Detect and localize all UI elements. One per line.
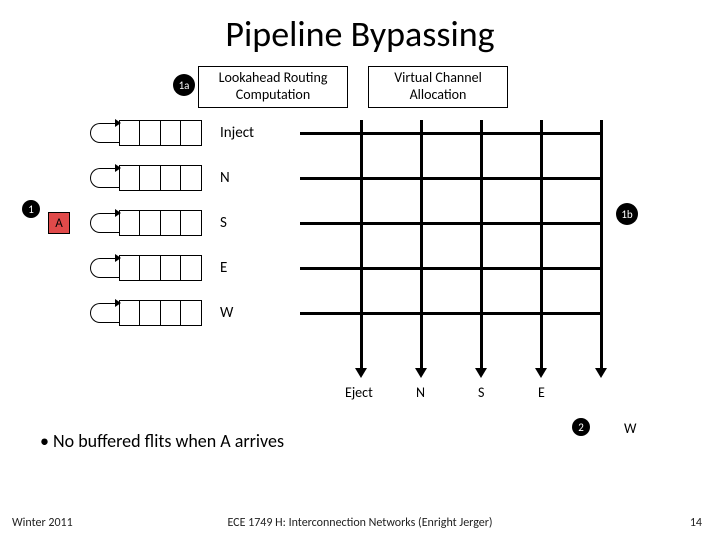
buffer-cell xyxy=(139,120,161,146)
loopback-icon xyxy=(90,303,120,323)
buffer-cell xyxy=(119,300,141,326)
buffer-cell xyxy=(160,255,182,281)
buffer-cell xyxy=(180,120,202,146)
buffer-cell xyxy=(119,120,141,146)
loopback-icon xyxy=(90,168,120,188)
buffer-cell xyxy=(139,300,161,326)
port-label-e: E xyxy=(220,259,227,277)
flit-a-label: A xyxy=(55,216,63,231)
badge-1b: 1b xyxy=(616,203,638,225)
buffer-cell xyxy=(139,210,161,236)
buffer-cell xyxy=(160,300,182,326)
badge-1a: 1a xyxy=(173,74,195,96)
stage-lookahead: Lookahead Routing Computation xyxy=(198,66,348,108)
buffer-cell xyxy=(180,165,202,191)
badge-2: 2 xyxy=(572,418,590,436)
buffer-n: N xyxy=(90,165,230,191)
buffer-s: S xyxy=(90,210,227,236)
out-e: E xyxy=(538,384,545,401)
footer-page-number: 14 xyxy=(690,516,702,530)
buffer-cell xyxy=(180,300,202,326)
slide-title: Pipeline Bypassing xyxy=(0,12,720,56)
loopback-icon xyxy=(90,258,120,278)
buffer-e: E xyxy=(90,255,227,281)
buffer-w: W xyxy=(90,300,233,326)
port-label-n: N xyxy=(220,169,230,187)
port-label-s: S xyxy=(220,214,227,232)
buffer-cell xyxy=(119,255,141,281)
port-label-w: W xyxy=(220,304,233,322)
footer-course: ECE 1749 H: Interconnection Networks (En… xyxy=(0,516,720,530)
badge-1: 1 xyxy=(22,200,40,218)
buffer-cell xyxy=(160,165,182,191)
loopback-icon xyxy=(90,123,120,143)
out-eject: Eject xyxy=(345,384,373,401)
buffer-cell xyxy=(139,165,161,191)
flit-a: A xyxy=(48,212,70,234)
buffer-cell xyxy=(160,120,182,146)
port-label-inject: Inject xyxy=(220,124,254,142)
stage-lookahead-label: Lookahead Routing Computation xyxy=(219,70,328,104)
loopback-icon xyxy=(90,213,120,233)
out-n: N xyxy=(416,384,425,401)
buffer-cell xyxy=(119,165,141,191)
crossbar xyxy=(300,120,610,370)
bullet-text: • No buffered flits when A arrives xyxy=(40,430,284,452)
buffer-inject: Inject xyxy=(90,120,254,146)
buffer-cell xyxy=(180,255,202,281)
buffer-cell xyxy=(119,210,141,236)
out-s: S xyxy=(478,384,484,401)
stage-vca: Virtual Channel Allocation xyxy=(368,66,508,108)
out-w: W xyxy=(624,420,636,437)
buffer-cell xyxy=(180,210,202,236)
stage-vca-label: Virtual Channel Allocation xyxy=(394,70,482,104)
buffer-cell xyxy=(139,255,161,281)
buffer-cell xyxy=(160,210,182,236)
